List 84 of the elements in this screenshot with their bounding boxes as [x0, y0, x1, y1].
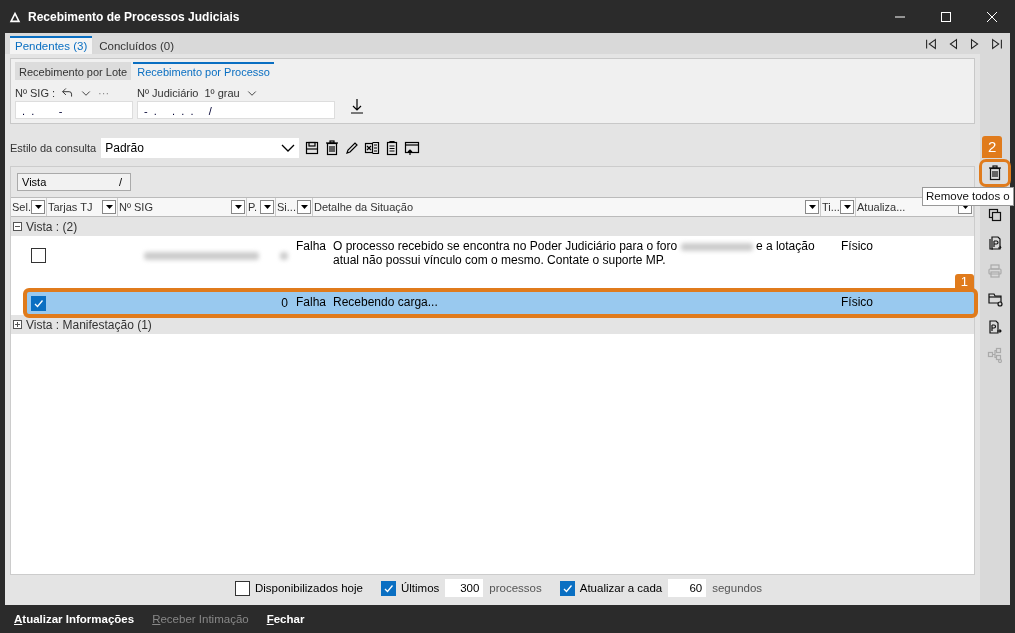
filter-dropdown[interactable] [231, 200, 245, 214]
caret-icon [34, 205, 42, 209]
copy-icon [987, 207, 1003, 223]
checkbox[interactable] [234, 580, 250, 596]
group-chip[interactable]: Vista / [17, 173, 131, 191]
number-input[interactable]: 60 [668, 579, 707, 597]
table-cell: Físico [841, 295, 873, 309]
filter-dropdown[interactable] [297, 200, 311, 214]
subtab[interactable]: Recebimento por Processo [133, 62, 274, 80]
column-header[interactable]: Ti... [822, 201, 840, 213]
trash-icon [987, 165, 1003, 181]
filter-dropdown[interactable] [840, 200, 854, 214]
group-label: Vista : (2) [26, 219, 78, 234]
tab[interactable]: Pendentes (3) [10, 36, 93, 54]
number-input[interactable]: 300 [445, 579, 484, 597]
field-label: Estilo da consulta [10, 142, 97, 154]
column-header[interactable]: Sel. [12, 201, 31, 213]
unit-label: segundos [712, 582, 763, 594]
column-header[interactable]: Atualiza... [857, 201, 906, 213]
degree-selector[interactable]: 1º grau [204, 87, 240, 99]
tooltip: Remove todos o [922, 187, 1014, 206]
printer-icon [987, 263, 1003, 279]
spreadsheet-icon [364, 140, 381, 156]
undo-icon [61, 86, 75, 99]
callout-badge: 1 [954, 274, 974, 290]
judicial-input[interactable]: - . . . . / [137, 101, 335, 119]
sort-indicator: / [118, 176, 122, 188]
group-label: Vista : Manifestação (1) [26, 317, 152, 332]
network-icon [987, 347, 1003, 363]
caret-icon [281, 143, 296, 153]
checkbox[interactable] [380, 580, 396, 596]
field-label: Nº Judiciário [137, 87, 199, 99]
action-link[interactable]: Fechar [266, 613, 305, 625]
unit-label: processos [489, 582, 542, 594]
expand-icon[interactable] [13, 320, 22, 329]
checkbox[interactable] [31, 247, 46, 263]
table-row[interactable]: Falha O processo recebido se encontra no Poder Judiciário para o foro e a lotação atual não possui vínculo com o mesmo. Contate o suporte MP. Físico [27, 236, 974, 274]
callout-badge: 2 [982, 136, 1003, 158]
first-page-icon [924, 36, 938, 51]
checkbox-label[interactable]: Últimos [400, 582, 440, 594]
filter-dropdown[interactable] [31, 200, 45, 214]
action-link[interactable]: Atualizar Informações [14, 613, 135, 625]
checkbox-label[interactable]: Disponibilizados hoje [254, 582, 363, 594]
document-icon [987, 319, 1003, 335]
sig-input[interactable]: . . - [15, 101, 133, 119]
caret-icon [234, 205, 242, 209]
caret-icon [263, 205, 271, 209]
checkmark-icon [561, 582, 573, 594]
window-title: Recebimento de Processos Judiciais [28, 9, 241, 24]
field-label: Nº SIG : [15, 86, 56, 99]
caret-icon [105, 205, 113, 209]
table-cell: Falha [296, 295, 327, 309]
subtab[interactable]: Recebimento por Lote [15, 62, 132, 80]
table-cell: Físico [841, 239, 873, 253]
download-icon [349, 98, 365, 114]
column-header[interactable]: Detalhe da Situação [314, 201, 414, 213]
paste-icon [987, 235, 1003, 251]
table-cell-text: Recebendo carga... [333, 295, 439, 309]
folder-icon [987, 291, 1003, 307]
checkmark-icon [382, 582, 394, 594]
redacted-text [280, 251, 288, 260]
save-icon [304, 140, 321, 156]
checkbox-label[interactable]: Atualizar a cada [579, 582, 663, 594]
table-cell-text: O processo recebido se encontra no Poder Judiciário para o foro e a lotação atual não possui vínculo com o mesmo. Contate o suporte MP. [333, 239, 816, 267]
checkbox[interactable] [559, 580, 575, 596]
checkmark-icon [33, 297, 44, 309]
window-export-icon [404, 140, 421, 156]
query-style-select[interactable]: Padrão [101, 138, 300, 158]
table-cell: 0 [281, 296, 288, 310]
last-page-icon [990, 36, 1004, 51]
filter-dropdown[interactable] [260, 200, 274, 214]
filter-dropdown[interactable] [102, 200, 116, 214]
column-header[interactable]: Si... [277, 201, 296, 213]
caret-icon [843, 205, 851, 209]
caret-icon [808, 205, 816, 209]
column-header[interactable]: P. [248, 201, 257, 213]
caret-icon [300, 205, 308, 209]
column-header[interactable]: Tarjas TJ [48, 201, 93, 213]
column-header[interactable]: Nº SIG [119, 201, 153, 213]
collapse-icon[interactable] [13, 222, 22, 231]
checkbox[interactable] [31, 295, 46, 311]
table-cell: Falha [296, 239, 327, 253]
filter-dropdown[interactable] [805, 200, 819, 214]
trash-icon [324, 140, 341, 156]
